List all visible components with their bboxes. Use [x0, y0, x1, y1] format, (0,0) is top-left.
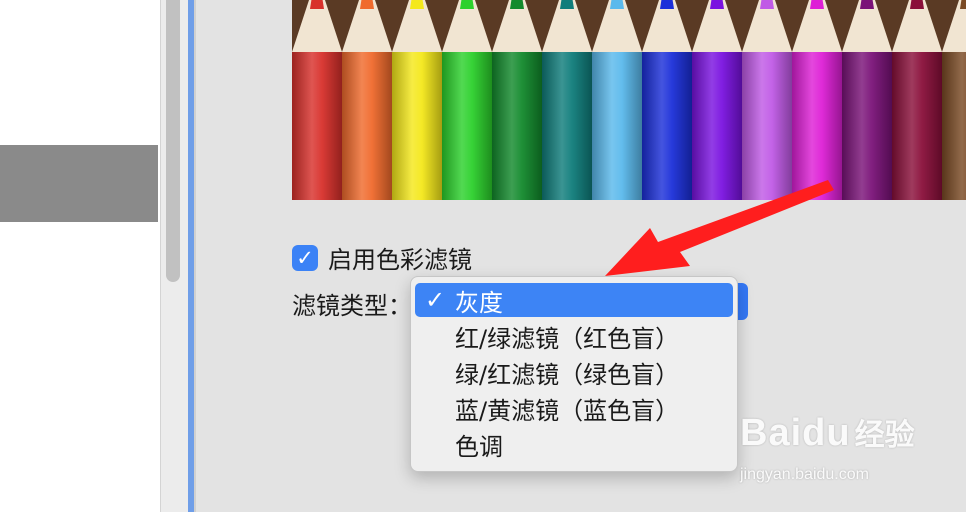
checkmark-icon: ✓ — [424, 286, 446, 314]
pencil-11 — [842, 0, 892, 200]
menu-item-tritanopia[interactable]: 蓝/黄滤镜（蓝色盲） — [415, 391, 733, 425]
paw-logo-icon: du — [802, 412, 851, 454]
pencil-2 — [392, 0, 442, 200]
baidu-jingyan-watermark: Baidu 经验 jingyan.baidu.com — [740, 410, 915, 483]
pencil-5 — [542, 0, 592, 200]
pencil-7 — [642, 0, 692, 200]
menu-item-deuteranopia[interactable]: 绿/红滤镜（绿色盲） — [415, 355, 733, 389]
sidebar-selected-item[interactable] — [0, 145, 158, 222]
pencil-9 — [742, 0, 792, 200]
pencil-10 — [792, 0, 842, 200]
menu-item-label: 红/绿滤镜（红色盲） — [455, 324, 680, 353]
watermark-url: jingyan.baidu.com — [740, 466, 869, 483]
filter-type-label: 滤镜类型： — [292, 292, 412, 320]
watermark-cn: 经验 — [854, 418, 915, 453]
filter-type-row: 滤镜类型： — [292, 286, 412, 321]
menu-item-label: 灰度 — [455, 288, 503, 317]
menu-item-label: 色调 — [455, 432, 503, 461]
menu-item-protanopia[interactable]: 红/绿滤镜（红色盲） — [415, 319, 733, 353]
pane-divider — [194, 0, 196, 512]
color-pencils-preview-image — [292, 0, 966, 200]
enable-color-filter-label: 启用色彩滤镜 — [328, 246, 472, 274]
watermark-brand: Bai — [740, 412, 803, 454]
menu-item-label: 蓝/黄滤镜（蓝色盲） — [455, 396, 680, 425]
filter-type-dropdown-menu: ✓ 灰度 红/绿滤镜（红色盲） 绿/红滤镜（绿色盲） 蓝/黄滤镜（蓝色盲） 色调 — [410, 276, 738, 472]
pencil-12 — [892, 0, 942, 200]
pencil-8 — [692, 0, 742, 200]
pencil-3 — [442, 0, 492, 200]
menu-item-color-tint[interactable]: 色调 — [415, 427, 733, 461]
scrollbar-thumb[interactable] — [166, 0, 180, 282]
pencil-6 — [592, 0, 642, 200]
pencil-1 — [342, 0, 392, 200]
enable-color-filter-checkbox[interactable]: ✓ — [292, 244, 318, 271]
menu-item-grayscale[interactable]: ✓ 灰度 — [415, 283, 733, 317]
enable-color-filter-row[interactable]: ✓ 启用色彩滤镜 — [292, 240, 472, 275]
pencil-0 — [292, 0, 342, 200]
pencil-13 — [942, 0, 966, 200]
sidebar-list — [0, 0, 160, 512]
menu-item-label: 绿/红滤镜（绿色盲） — [455, 360, 680, 389]
pencil-4 — [492, 0, 542, 200]
